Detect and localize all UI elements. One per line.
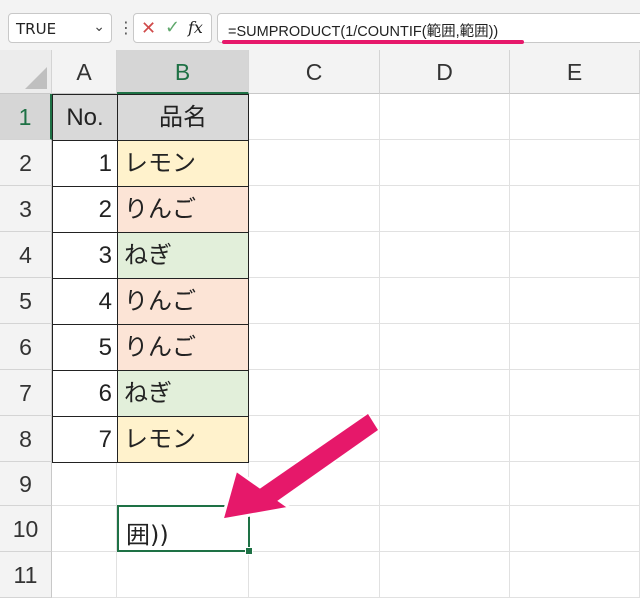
grid-cell[interactable] — [380, 232, 510, 278]
formula-text: =SUMPRODUCT(1/COUNTIF(範囲,範囲)) — [228, 24, 499, 40]
checkmark-icon[interactable]: ✓ — [165, 17, 180, 38]
grid-cell[interactable] — [510, 278, 640, 324]
grid-cell[interactable] — [510, 232, 640, 278]
cell-item-name[interactable]: レモン — [117, 416, 249, 463]
grid-cell[interactable] — [510, 552, 640, 598]
formula-buttons: ✕ ✓ fx — [133, 13, 212, 43]
grid-cell[interactable] — [510, 140, 640, 186]
fill-handle[interactable] — [245, 547, 253, 555]
grid-cell[interactable] — [117, 552, 249, 598]
column-header-a[interactable]: A — [52, 50, 117, 94]
column-header-b[interactable]: B — [117, 50, 249, 94]
active-cell-text: 囲)) — [126, 521, 169, 549]
cell-no[interactable]: 4 — [52, 278, 118, 325]
grid-cell[interactable] — [249, 506, 380, 552]
cell-no[interactable]: 3 — [52, 232, 118, 279]
cell-no[interactable]: 5 — [52, 324, 118, 371]
formula-input[interactable]: =SUMPRODUCT(1/COUNTIF(範囲,範囲)) — [217, 13, 640, 43]
grid-cell[interactable] — [510, 506, 640, 552]
insert-function-button[interactable]: fx — [188, 18, 203, 37]
grid-cell[interactable] — [380, 506, 510, 552]
row-header-1[interactable]: 1 — [0, 94, 52, 140]
row-header-10[interactable]: 10 — [0, 506, 52, 552]
vertical-ellipsis-icon[interactable]: ⋮ — [118, 15, 134, 41]
cell-no[interactable]: 6 — [52, 370, 118, 417]
cell-item-name[interactable]: りんご — [117, 324, 249, 371]
grid-cell[interactable] — [249, 416, 380, 462]
row-header-7[interactable]: 7 — [0, 370, 52, 416]
grid-cell[interactable] — [117, 462, 249, 506]
row-header-8[interactable]: 8 — [0, 416, 52, 462]
row-header-2[interactable]: 2 — [0, 140, 52, 186]
grid-cell[interactable] — [249, 462, 380, 506]
column-header-c[interactable]: C — [249, 50, 380, 94]
grid-cell[interactable] — [510, 186, 640, 232]
row-header-5[interactable]: 5 — [0, 278, 52, 324]
grid-cell[interactable] — [249, 140, 380, 186]
grid-cell[interactable] — [249, 278, 380, 324]
active-cell-b10[interactable]: 囲)) — [117, 505, 253, 555]
name-box-value: TRUE — [16, 20, 57, 38]
grid-cell[interactable] — [380, 94, 510, 140]
grid-cell[interactable] — [380, 416, 510, 462]
cell-a1[interactable]: No. — [52, 94, 118, 141]
cell-item-name[interactable]: ねぎ — [117, 232, 249, 279]
cell-item-name[interactable]: レモン — [117, 140, 249, 187]
grid-cell[interactable] — [52, 462, 117, 506]
grid-cell[interactable] — [249, 552, 380, 598]
grid-cell[interactable] — [249, 232, 380, 278]
grid-cell[interactable] — [380, 370, 510, 416]
close-icon[interactable]: ✕ — [141, 18, 156, 39]
grid-cell[interactable] — [510, 462, 640, 506]
select-all-button[interactable] — [0, 50, 52, 94]
grid-cell[interactable] — [249, 186, 380, 232]
grid-cell[interactable] — [510, 324, 640, 370]
grid-cell[interactable] — [380, 140, 510, 186]
grid-cell[interactable] — [52, 552, 117, 598]
row-header-9[interactable]: 9 — [0, 462, 52, 506]
grid-cell[interactable] — [380, 552, 510, 598]
row-header-3[interactable]: 3 — [0, 186, 52, 232]
cell-item-name[interactable]: りんご — [117, 186, 249, 233]
row-header-11[interactable]: 11 — [0, 552, 52, 598]
cell-no[interactable]: 1 — [52, 140, 118, 187]
grid-cell[interactable] — [380, 324, 510, 370]
name-box[interactable]: TRUE ⌄ — [8, 13, 112, 43]
grid-cell[interactable] — [249, 94, 380, 140]
column-header-d[interactable]: D — [380, 50, 510, 94]
row-header-6[interactable]: 6 — [0, 324, 52, 370]
grid-cell[interactable] — [510, 94, 640, 140]
grid-cell[interactable] — [380, 186, 510, 232]
grid-cell[interactable] — [510, 370, 640, 416]
cell-no[interactable]: 7 — [52, 416, 118, 463]
cell-item-name[interactable]: りんご — [117, 278, 249, 325]
grid-cell[interactable] — [380, 278, 510, 324]
cell-b1[interactable]: 品名 — [117, 94, 249, 141]
select-all-triangle-icon — [25, 67, 47, 89]
grid-cell[interactable] — [249, 324, 380, 370]
grid-cell[interactable] — [510, 416, 640, 462]
grid-cell[interactable] — [52, 506, 117, 552]
grid-cell[interactable] — [380, 462, 510, 506]
formula-bar: TRUE ⌄ ⋮ ✕ ✓ fx =SUMPRODUCT(1/COUNTIF(範囲… — [0, 0, 640, 51]
cell-item-name[interactable]: ねぎ — [117, 370, 249, 417]
formula-highlight-underline — [222, 40, 524, 44]
grid-cell[interactable] — [249, 370, 380, 416]
row-header-4[interactable]: 4 — [0, 232, 52, 278]
column-header-e[interactable]: E — [510, 50, 640, 94]
chevron-down-icon[interactable]: ⌄ — [93, 19, 105, 35]
cell-no[interactable]: 2 — [52, 186, 118, 233]
